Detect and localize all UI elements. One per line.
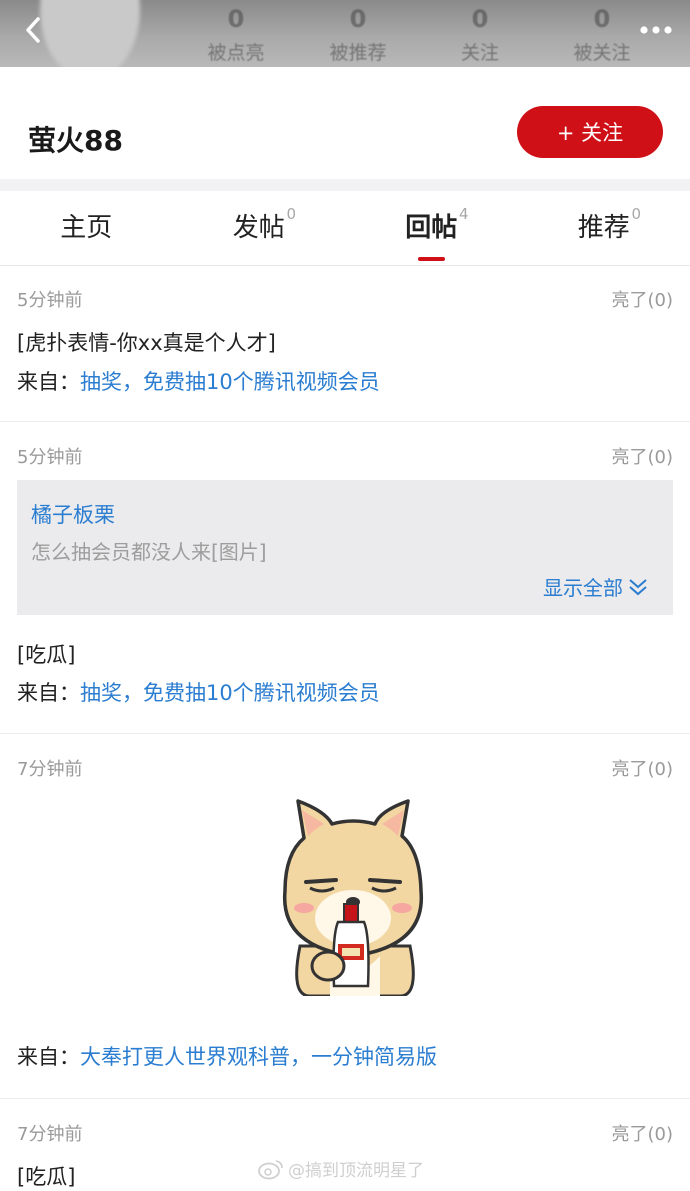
watermark: @搞到顶流明星了 (258, 1156, 424, 1181)
tab-label: 回帖 (405, 213, 457, 243)
tab-posts[interactable]: 发帖 0 (173, 191, 346, 265)
tab-home[interactable]: 主页 (0, 191, 173, 265)
like-count[interactable]: 亮了(0) (612, 1120, 674, 1146)
stat-label: 被点亮 (175, 40, 297, 66)
source-thread-link[interactable]: 抽奖，免费抽10个腾讯视频会员 (80, 681, 380, 705)
source-thread-link[interactable]: 大奉打更人世界观科普，一分钟简易版 (80, 1045, 437, 1069)
reply-content: [吃瓜] (17, 639, 75, 669)
post-time: 7分钟前 (17, 1120, 82, 1146)
tab-count: 0 (287, 205, 297, 223)
stat-liked[interactable]: 0 被点亮 (175, 0, 297, 67)
stat-value: 0 (419, 4, 541, 34)
source-prefix: 来自： (17, 1045, 80, 1069)
tab-count: 4 (459, 205, 469, 223)
tab-recommend[interactable]: 推荐 0 (518, 191, 690, 265)
reply-content: [虎扑表情-你xx真是个人才] (17, 327, 276, 357)
shiba-dog-sticker-image[interactable] (270, 796, 436, 996)
quoted-username[interactable]: 橘子板栗 (31, 499, 115, 529)
stats-row: 0 被点亮 0 被推荐 0 关注 0 被关注 (175, 0, 665, 67)
stat-following[interactable]: 0 关注 (419, 0, 541, 67)
stat-recommended[interactable]: 0 被推荐 (297, 0, 419, 67)
profile-tabs: 主页 发帖 0 回帖 4 推荐 0 (0, 191, 690, 266)
show-all-button[interactable]: 显示全部 (543, 572, 649, 601)
post-time: 5分钟前 (17, 443, 82, 469)
reply-source: 来自：抽奖，免费抽10个腾讯视频会员 (17, 677, 380, 707)
like-count[interactable]: 亮了(0) (612, 443, 674, 469)
tab-replies[interactable]: 回帖 4 (345, 191, 518, 265)
like-count[interactable]: 亮了(0) (612, 755, 674, 781)
quoted-text: 怎么抽会员都没人来[图片] (31, 536, 267, 565)
follow-button[interactable]: + 关注 (517, 106, 663, 158)
reply-source: 来自：大奉打更人世界观科普，一分钟简易版 (17, 1041, 437, 1071)
tab-label: 主页 (60, 213, 112, 243)
username: 萤火88 (28, 119, 123, 159)
more-dots-icon (639, 25, 673, 35)
stat-label: 关注 (419, 40, 541, 66)
back-button[interactable] (18, 14, 48, 46)
tab-count: 0 (632, 205, 642, 223)
stat-value: 0 (297, 4, 419, 34)
chevron-left-icon (24, 16, 42, 44)
more-button[interactable] (638, 16, 674, 44)
avatar (40, 0, 140, 67)
tab-label: 推荐 (578, 213, 630, 243)
active-tab-indicator (418, 257, 445, 261)
show-all-label: 显示全部 (543, 572, 623, 601)
source-thread-link[interactable]: 抽奖，免费抽10个腾讯视频会员 (80, 370, 380, 394)
reply-item[interactable]: 5分钟前 亮了(0) [虎扑表情-你xx真是个人才] 来自：抽奖，免费抽10个腾… (0, 266, 690, 422)
section-divider (0, 179, 690, 191)
reply-source: 来自：抽奖，免费抽10个腾讯视频会员 (17, 366, 380, 396)
like-count[interactable]: 亮了(0) (612, 286, 674, 312)
stat-label: 被推荐 (297, 40, 419, 66)
source-prefix: 来自： (17, 681, 80, 705)
double-chevron-down-icon (627, 577, 649, 597)
profile-header-background: 0 被点亮 0 被推荐 0 关注 0 被关注 (0, 0, 690, 67)
post-time: 5分钟前 (17, 286, 82, 312)
source-prefix: 来自： (17, 370, 80, 394)
quoted-reply[interactable]: 橘子板栗 怎么抽会员都没人来[图片] 显示全部 (17, 480, 673, 615)
stat-value: 0 (175, 4, 297, 34)
tab-label: 发帖 (233, 213, 285, 243)
post-time: 7分钟前 (17, 755, 82, 781)
watermark-text: @搞到顶流明星了 (288, 1156, 424, 1181)
weibo-logo-icon (258, 1158, 284, 1180)
